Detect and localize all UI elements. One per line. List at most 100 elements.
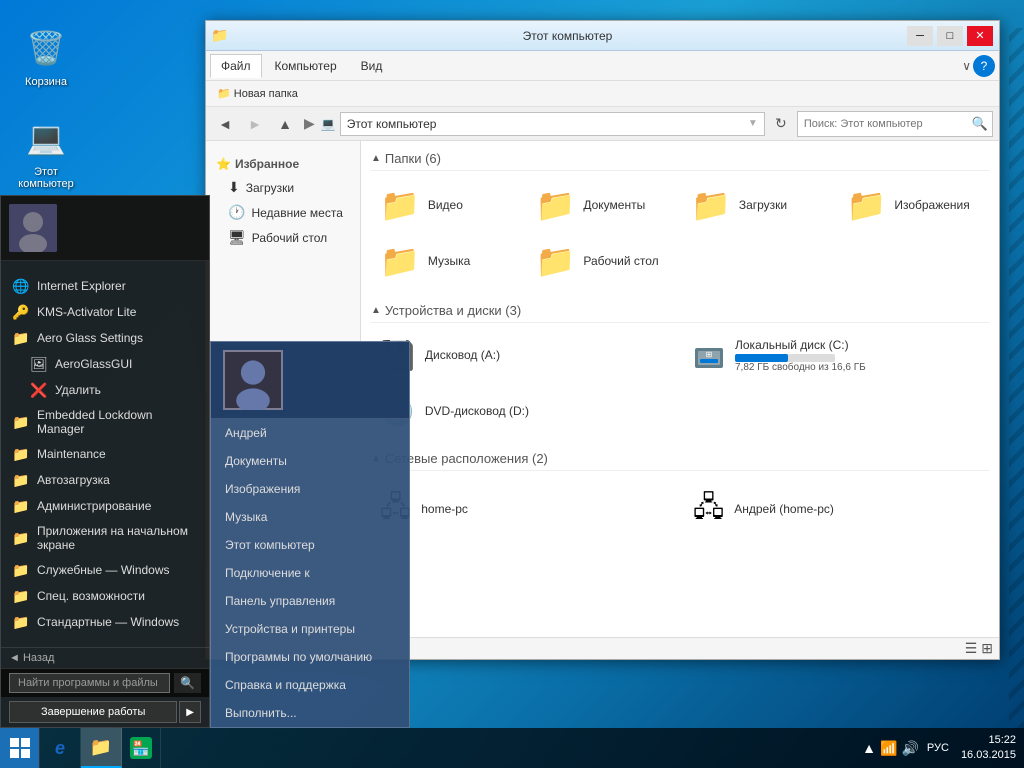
start-item-admin[interactable]: 📁 Администрирование — [1, 493, 209, 519]
ie-taskbar-icon: e — [48, 736, 72, 760]
nav-back-button[interactable]: ◄ — [212, 112, 238, 136]
start-item-maintenance[interactable]: 📁 Maintenance — [1, 441, 209, 467]
desktop-icon-computer[interactable]: 💻 Этоткомпьютер — [10, 110, 82, 194]
taskbar-item-store[interactable]: 🏪 — [122, 728, 161, 768]
start-shutdown-button[interactable]: Завершение работы — [9, 701, 177, 723]
folder-item-images[interactable]: 📁 Изображения — [838, 179, 990, 231]
start-item-windows-utils[interactable]: 📁 Служебные — Windows — [1, 557, 209, 583]
tray-date: 16.03.2015 — [961, 748, 1016, 763]
start-item-ie[interactable]: 🌐 Internet Explorer — [1, 273, 209, 299]
user-menu-defaults[interactable]: Программы по умолчанию — [211, 643, 409, 671]
device-dvd[interactable]: 💿 DVD-дисковод (D:) — [371, 388, 676, 435]
taskbar-item-ie[interactable]: e — [40, 728, 81, 768]
start-item-lockdown[interactable]: 📁 Embedded Lockdown Manager — [1, 403, 209, 441]
nav-forward-button[interactable]: ► — [242, 112, 268, 136]
device-floppy[interactable]: 💾 Дисковод (A:) — [371, 331, 676, 380]
tray-time: 15:22 — [961, 733, 1016, 748]
tray-clock[interactable]: 15:22 16.03.2015 — [953, 733, 1024, 764]
computer-icon: 💻 — [22, 114, 70, 162]
tray-volume-icon: 🔊 — [901, 740, 918, 757]
user-menu-connect[interactable]: Подключение к — [211, 559, 409, 587]
start-item-startscreen-apps[interactable]: 📁 Приложения на начальном экране — [1, 519, 209, 557]
explorer-taskbar-icon: 📁 — [89, 735, 113, 759]
help-button[interactable]: ? — [973, 55, 995, 77]
view-details-button[interactable]: ☰ — [965, 640, 978, 657]
folder-item-downloads[interactable]: 📁 Загрузки — [682, 179, 834, 231]
user-avatar-large — [223, 350, 283, 410]
lockdown-icon: 📁 — [13, 414, 29, 430]
sidebar-favorites-header[interactable]: ⭐ Избранное — [206, 153, 360, 175]
tray-network-icon: 📶 — [880, 740, 897, 757]
start-back-button[interactable]: ◄ Назад — [9, 652, 54, 664]
network-andrei-homepc[interactable]: 🖧 Андрей (home-pc) — [684, 479, 989, 541]
sidebar-item-desktop[interactable]: 🖥 Рабочий стол — [206, 225, 360, 250]
start-shutdown-arrow-button[interactable]: ▶ — [179, 701, 201, 723]
qa-new-folder-button[interactable]: 📁 Новая папка — [210, 84, 305, 104]
recent-icon: 🕐 — [228, 204, 245, 221]
help-chevron-button[interactable]: ∨ — [962, 59, 971, 73]
start-item-windows-std[interactable]: 📁 Стандартные — Windows — [1, 609, 209, 635]
window-close-button[interactable]: ✕ — [967, 26, 993, 46]
tray-show-hidden-button[interactable]: ▲ — [862, 740, 876, 756]
start-program-list: 🌐 Internet Explorer 🔑 KMS-Activator Lite… — [1, 269, 209, 639]
store-taskbar-icon: 🏪 — [130, 737, 152, 759]
downloads-folder-icon: 📁 — [691, 186, 731, 224]
downloads-icon: ⬇ — [228, 179, 240, 196]
user-menu-this-pc[interactable]: Этот компьютер — [211, 531, 409, 559]
nav-separator: ▶ — [304, 115, 315, 132]
folder-item-desktop[interactable]: 📁 Рабочий стол — [527, 235, 679, 287]
refresh-button[interactable]: ↻ — [769, 112, 793, 136]
folders-grid: 📁 Видео 📁 Документы 📁 Загрузки 📁 Изображ… — [371, 179, 989, 287]
user-menu-andrei[interactable]: Андрей — [211, 419, 409, 447]
desktop: 🗑️ Корзина 💻 Этоткомпьютер 📁 Этот компью… — [0, 0, 1024, 768]
user-menu-images[interactable]: Изображения — [211, 475, 409, 503]
folder-item-music[interactable]: 📁 Музыка — [371, 235, 523, 287]
window-minimize-button[interactable]: ─ — [907, 26, 933, 46]
video-folder-icon: 📁 — [380, 186, 420, 224]
ie-icon: 🌐 — [13, 278, 29, 294]
network-homepc[interactable]: 🖧 home-pc — [371, 479, 676, 541]
start-item-delete[interactable]: ❌ Удалить — [1, 377, 209, 403]
address-bar[interactable]: Этот компьютер ▼ — [340, 112, 765, 136]
user-menu-music[interactable]: Музыка — [211, 503, 409, 531]
start-search-button[interactable]: 🔍 — [174, 673, 201, 693]
sidebar-item-recent[interactable]: 🕐 Недавние места — [206, 200, 360, 225]
user-menu-documents[interactable]: Документы — [211, 447, 409, 475]
tray-language[interactable]: РУС — [923, 740, 953, 756]
favorites-star-icon: ⭐ — [216, 157, 231, 171]
recycle-bin-icon: 🗑️ — [22, 24, 70, 72]
window-maximize-button[interactable]: □ — [937, 26, 963, 46]
taskbar-item-explorer[interactable]: 📁 — [81, 728, 122, 768]
menu-tab-computer[interactable]: Компьютер — [264, 54, 348, 78]
user-menu-help[interactable]: Справка и поддержка — [211, 671, 409, 699]
startscreen-icon: 📁 — [13, 530, 29, 546]
start-item-special[interactable]: 📁 Спец. возможности — [1, 583, 209, 609]
start-item-autoload[interactable]: 📁 Автозагрузка — [1, 467, 209, 493]
user-menu-run[interactable]: Выполнить... — [211, 699, 409, 727]
device-c-drive[interactable]: ⊞ Локальный диск (C:) 7,82 ГБ свободно и… — [684, 331, 989, 380]
sidebar-item-downloads[interactable]: ⬇ Загрузки — [206, 175, 360, 200]
menu-tab-view[interactable]: Вид — [350, 54, 394, 78]
admin-icon: 📁 — [13, 498, 29, 514]
desktop-icon-recycle-bin[interactable]: 🗑️ Корзина — [10, 20, 82, 92]
folder-item-documents[interactable]: 📁 Документы — [527, 179, 679, 231]
nav-up-button[interactable]: ▲ — [272, 112, 298, 136]
user-menu-devices[interactable]: Устройства и принтеры — [211, 615, 409, 643]
network-homepc-info: home-pc — [421, 502, 468, 518]
search-button[interactable]: 🔍 — [968, 116, 992, 132]
user-menu-control-panel[interactable]: Панель управления — [211, 587, 409, 615]
taskbar-start-button[interactable] — [0, 728, 40, 768]
start-user-avatar[interactable] — [9, 204, 57, 252]
search-input[interactable] — [798, 112, 968, 136]
start-search-input[interactable] — [9, 673, 170, 693]
start-item-kms[interactable]: 🔑 KMS-Activator Lite — [1, 299, 209, 325]
window-main-content: ▲ Папки (6) 📁 Видео 📁 Документы 📁 Загруз… — [361, 141, 999, 637]
start-item-aero-glass[interactable]: 📁 Aero Glass Settings — [1, 325, 209, 351]
view-tiles-button[interactable]: ⊞ — [981, 640, 993, 657]
menu-tab-file[interactable]: Файл — [210, 54, 262, 78]
delete-icon: ❌ — [31, 382, 47, 398]
address-dropdown-icon: ▼ — [748, 118, 758, 129]
maintenance-icon: 📁 — [13, 446, 29, 462]
folder-item-video[interactable]: 📁 Видео — [371, 179, 523, 231]
start-item-aero-glass-gui[interactable]: 🖼 AeroGlassGUI — [1, 351, 209, 377]
